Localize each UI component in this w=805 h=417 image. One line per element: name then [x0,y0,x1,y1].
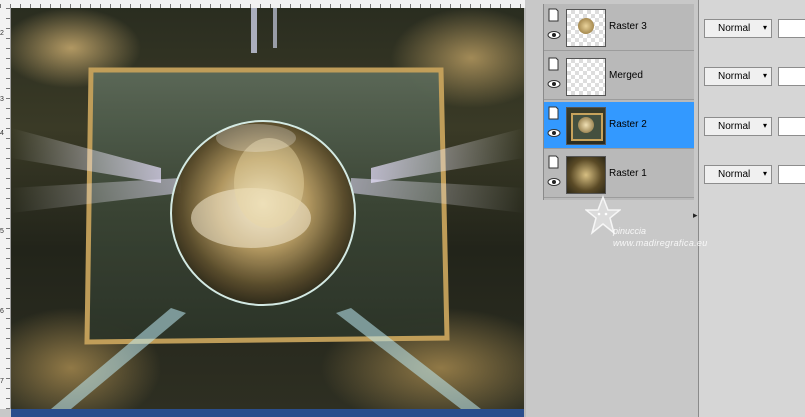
blend-mode-select[interactable]: Normal ▾ [704,67,772,86]
blend-mode-value: Normal [718,71,751,82]
expand-arrow-icon[interactable]: ▸ [693,210,698,221]
opacity-field[interactable]: 1 [778,19,805,38]
layer-name: Merged [609,70,643,81]
blend-mode-select[interactable]: Normal ▾ [704,165,772,184]
layer-thumbnail [566,9,606,47]
watermark-name: pinuccia [613,226,647,236]
ruler-label: 3 [0,96,4,103]
layer-row-raster-2[interactable]: Raster 2 [544,102,694,149]
ruler-label: 7 [0,378,4,385]
eye-icon[interactable] [547,30,561,40]
canvas-scrollbar[interactable] [524,8,526,417]
blend-mode-select[interactable]: Normal ▾ [704,117,772,136]
blend-mode-select[interactable]: Normal ▾ [704,19,772,38]
layer-row-raster-3[interactable]: Raster 3 [544,4,694,51]
eye-icon[interactable] [547,128,561,138]
dropdown-arrow-icon: ▾ [762,23,767,32]
layer-visibility-icon[interactable] [547,8,559,22]
layer-name: Raster 1 [609,168,647,179]
opacity-field[interactable]: 1 [778,165,805,184]
dropdown-arrow-icon: ▾ [762,121,767,130]
blend-mode-value: Normal [718,169,751,180]
eye-icon[interactable] [547,177,561,187]
layer-thumbnail [566,107,606,145]
ruler-label: 2 [0,30,4,37]
blend-mode-value: Normal [718,121,751,132]
layer-name: Raster 2 [609,119,647,130]
layer-thumbnail [566,156,606,194]
ruler-label: 5 [0,228,4,235]
eye-icon[interactable] [547,79,561,89]
layer-row-merged[interactable]: Merged [544,53,694,100]
ruler-label: 6 [0,308,4,315]
status-bar [11,409,524,417]
image-canvas[interactable] [11,8,524,409]
dropdown-arrow-icon: ▾ [762,169,767,178]
opacity-field[interactable]: 1 [778,67,805,86]
blend-mode-column: Normal ▾ 1 Normal ▾ 1 Normal ▾ 1 Normal … [698,0,805,417]
layer-name: Raster 3 [609,21,647,32]
blend-mode-value: Normal [718,23,751,34]
layer-visibility-icon[interactable] [547,106,559,120]
ruler-label: 4 [0,130,4,137]
layer-row-raster-1[interactable]: Raster 1 [544,151,694,198]
dropdown-arrow-icon: ▾ [762,71,767,80]
layers-panel: Raster 3 Merged Raster 2 Raster 1 [543,4,694,200]
opacity-field[interactable]: 1 [778,117,805,136]
layer-visibility-icon[interactable] [547,57,559,71]
layer-visibility-icon[interactable] [547,155,559,169]
artwork [11,8,524,409]
layer-thumbnail [566,58,606,96]
vertical-ruler: 2 3 4 5 6 7 [0,8,11,409]
watermark-url: www.madiregrafica.eu [613,238,708,248]
